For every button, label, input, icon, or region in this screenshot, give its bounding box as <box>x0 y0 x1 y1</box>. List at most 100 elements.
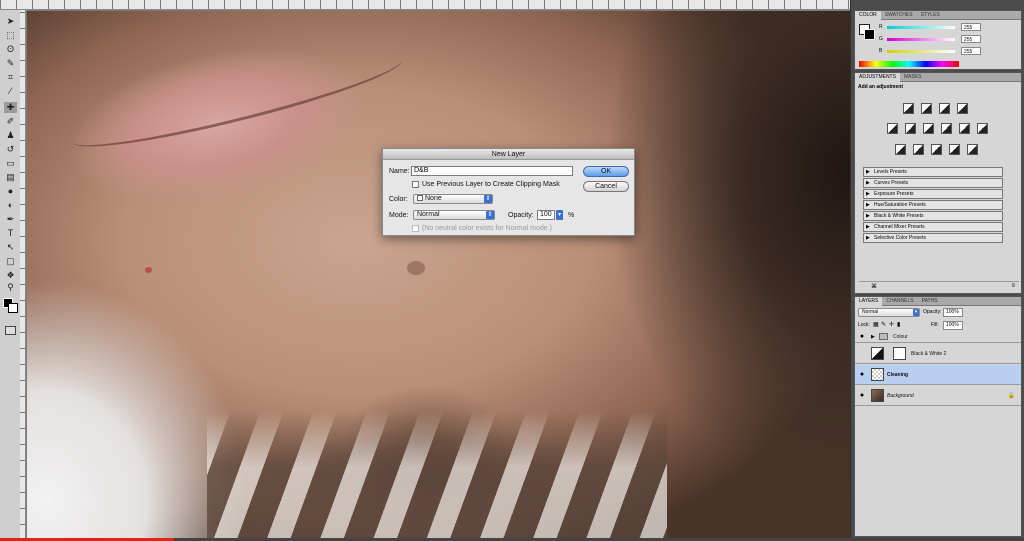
opacity-dropdown-icon[interactable]: ▾ <box>556 210 563 220</box>
black-white-icon[interactable] <box>941 123 952 134</box>
slider-green[interactable]: G 255 <box>879 35 1019 43</box>
slider-red-value[interactable]: 255 <box>961 23 981 31</box>
cancel-button[interactable]: Cancel <box>583 181 629 192</box>
invert-icon[interactable] <box>895 144 906 155</box>
clip-to-layer-icon[interactable]: ⌘ <box>871 283 877 290</box>
opacity-input[interactable]: 100 <box>537 210 555 220</box>
blur-tool-icon[interactable]: ● <box>4 186 17 197</box>
layer-opacity-input[interactable]: 100% <box>943 308 963 317</box>
hue-saturation-icon[interactable] <box>905 123 916 134</box>
background-color-swatch[interactable] <box>8 303 18 313</box>
layer-row-background[interactable]: ● Background 🔒 <box>855 386 1021 406</box>
mode-select[interactable]: Normal ⇕ <box>413 210 495 220</box>
background-color-swatch[interactable] <box>864 29 875 40</box>
tab-layers[interactable]: LAYERS <box>855 297 883 306</box>
exposure-icon[interactable] <box>957 103 968 114</box>
eraser-tool-icon[interactable]: ▭ <box>4 158 17 169</box>
lock-all-icon[interactable]: ▮ <box>897 321 900 328</box>
slider-blue-value[interactable]: 255 <box>961 47 981 55</box>
3d-tool-icon[interactable]: ❖ <box>4 270 17 281</box>
neutral-fill-note: (No neutral color exists for Normal mode… <box>422 225 552 232</box>
eye-icon[interactable]: ● <box>858 333 866 340</box>
path-selection-tool-icon[interactable]: ↖ <box>4 242 17 253</box>
threshold-icon[interactable] <box>931 144 942 155</box>
preset-black-white[interactable]: Black & White Presets <box>863 211 1003 221</box>
layer-name: Colour <box>893 334 908 340</box>
lock-pixels-icon[interactable]: ✎ <box>881 321 886 328</box>
tab-masks[interactable]: MASKS <box>900 73 926 82</box>
quick-mask-button[interactable] <box>5 326 16 335</box>
channel-mixer-icon[interactable] <box>977 123 988 134</box>
preset-selective-color[interactable]: Selective Color Presets <box>863 233 1003 243</box>
slider-blue-track[interactable] <box>887 50 955 53</box>
levels-icon[interactable] <box>921 103 932 114</box>
dodge-tool-icon[interactable]: ◐ <box>4 200 17 211</box>
gradient-map-icon[interactable] <box>949 144 960 155</box>
slider-green-track[interactable] <box>887 38 955 41</box>
preset-exposure[interactable]: Exposure Presets <box>863 189 1003 199</box>
lock-position-icon[interactable]: ✛ <box>889 321 894 328</box>
photo-filter-icon[interactable] <box>959 123 970 134</box>
tab-channels[interactable]: CHANNELS <box>882 297 917 306</box>
vibrance-icon[interactable] <box>887 123 898 134</box>
move-tool-icon[interactable]: ➤ <box>4 16 17 27</box>
clipping-mask-checkbox[interactable] <box>412 181 419 188</box>
posterize-icon[interactable] <box>913 144 924 155</box>
preset-curves[interactable]: Curves Presets <box>863 178 1003 188</box>
tab-styles[interactable]: STYLES <box>917 11 944 20</box>
selective-color-icon[interactable] <box>967 144 978 155</box>
slider-green-value[interactable]: 255 <box>961 35 981 43</box>
layer-row-black-white-2[interactable]: Black & White 2 <box>855 344 1021 364</box>
history-brush-tool-icon[interactable]: ↺ <box>4 144 17 155</box>
color-balance-icon[interactable] <box>923 123 934 134</box>
disclosure-triangle-icon[interactable]: ▶ <box>871 334 875 340</box>
color-spectrum-ramp[interactable] <box>859 61 959 67</box>
crop-tool-icon[interactable]: ⌗ <box>4 72 17 83</box>
tab-paths[interactable]: PATHS <box>918 297 942 306</box>
marquee-tool-icon[interactable]: ⬚ <box>4 30 17 41</box>
blend-mode-select[interactable]: Normal ▾ <box>858 308 920 317</box>
curves-icon[interactable] <box>939 103 950 114</box>
preset-levels[interactable]: Levels Presets <box>863 167 1003 177</box>
gradient-tool-icon[interactable]: ▤ <box>4 172 17 183</box>
lock-transparency-icon[interactable]: ▦ <box>873 321 879 328</box>
lock-label: Lock: <box>858 322 870 328</box>
layer-name-input[interactable]: D&B <box>411 166 573 176</box>
brightness-contrast-icon[interactable] <box>903 103 914 114</box>
layer-row-colour[interactable]: ● ▶ Colour <box>855 331 1021 343</box>
zoom-tool-icon[interactable]: ⚲ <box>4 282 17 293</box>
neutral-fill-checkbox[interactable] <box>412 225 419 232</box>
layer-name: Background <box>887 393 914 399</box>
eyedropper-tool-icon[interactable]: ⁄ <box>4 86 17 97</box>
layer-row-cleaning[interactable]: ● Cleaning <box>855 365 1021 385</box>
tab-adjustments[interactable]: ADJUSTMENTS <box>855 73 900 82</box>
adjustments-panel-tabs: ADJUSTMENTS MASKS <box>855 73 1021 82</box>
color-panel-tabs: COLOR SWATCHES STYLES <box>855 11 1021 20</box>
brush-tool-icon[interactable]: ✐ <box>4 116 17 127</box>
slider-blue[interactable]: B 255 <box>879 47 1019 55</box>
clone-stamp-tool-icon[interactable]: ♟ <box>4 130 17 141</box>
fill-input[interactable]: 100% <box>943 321 963 330</box>
healing-brush-tool-icon[interactable]: ✚ <box>4 102 17 113</box>
tab-swatches[interactable]: SWATCHES <box>881 11 917 20</box>
eye-icon[interactable]: ● <box>858 392 866 399</box>
panel-menu-icon[interactable]: ≡ <box>1011 283 1015 289</box>
color-select[interactable]: None ⇕ <box>413 194 493 204</box>
name-label: Name: <box>389 168 410 175</box>
pen-tool-icon[interactable]: ✒ <box>4 214 17 225</box>
preset-hue-saturation[interactable]: Hue/Saturation Presets <box>863 200 1003 210</box>
shape-tool-icon[interactable]: ▢ <box>4 256 17 267</box>
preset-channel-mixer[interactable]: Channel Mixer Presets <box>863 222 1003 232</box>
quick-select-tool-icon[interactable]: ✎ <box>4 58 17 69</box>
type-tool-icon[interactable]: T <box>4 228 17 239</box>
photo-mark <box>407 261 425 275</box>
slider-red-track[interactable] <box>887 26 955 29</box>
lasso-tool-icon[interactable]: ʘ <box>4 44 17 55</box>
slider-red[interactable]: R 255 <box>879 23 1019 31</box>
layer-mask-thumbnail <box>893 347 906 360</box>
tab-color[interactable]: COLOR <box>855 11 881 20</box>
eye-icon[interactable]: ● <box>858 371 866 378</box>
photo-blemish <box>145 267 152 273</box>
ok-button[interactable]: OK <box>583 166 629 177</box>
document-canvas[interactable] <box>27 11 850 541</box>
